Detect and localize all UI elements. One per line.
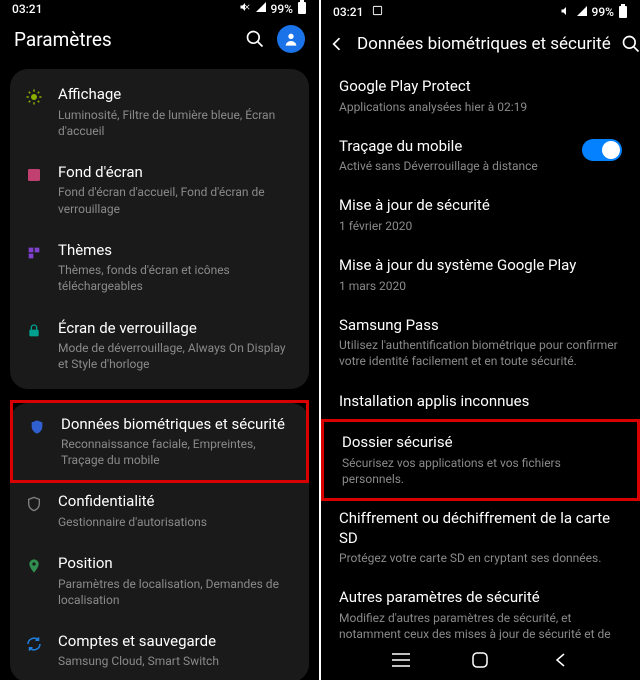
- item-title: Fond d'écran: [58, 163, 295, 183]
- item-sub: Paramètres de localisation, Demandes de …: [58, 576, 295, 608]
- sync-icon: [24, 634, 44, 654]
- item-play-update[interactable]: Mise à jour du système Google Play 1 mar…: [321, 245, 640, 305]
- settings-header: Paramètres: [0, 17, 319, 65]
- mute-icon: [239, 1, 251, 16]
- item-title: Comptes et sauvegarde: [58, 632, 295, 652]
- battery-text: 99%: [271, 2, 293, 16]
- item-title: Chiffrement ou déchiffrement de la carte…: [339, 509, 622, 548]
- security-list: Google Play Protect Applications analysé…: [321, 66, 640, 640]
- item-title: Données biométriques et sécurité: [61, 415, 292, 435]
- mute-icon: [560, 5, 572, 20]
- settings-item-privacy[interactable]: Confidentialité Gestionnaire d'autorisat…: [10, 480, 309, 542]
- screenshot-icon: [372, 5, 383, 19]
- item-sub: Activé sans Déverrouillage à distance: [339, 158, 568, 174]
- lock-icon: [24, 321, 44, 341]
- item-title: Écran de verrouillage: [58, 319, 295, 339]
- phone-security: 03:21 99% Données biométriques et sécuri…: [321, 0, 640, 680]
- wallpaper-icon: [24, 165, 44, 185]
- item-sub: Luminosité, Filtre de lumière bleue, Écr…: [58, 107, 295, 139]
- item-title: Installation applis inconnues: [339, 392, 622, 412]
- status-bar: 03:21 99%: [0, 0, 319, 17]
- battery-text: 99%: [592, 5, 614, 19]
- item-play-protect[interactable]: Google Play Protect Applications analysé…: [321, 66, 640, 126]
- settings-item-themes[interactable]: Thèmes Thèmes, fonds d'écran et icônes t…: [10, 229, 309, 307]
- settings-item-lockscreen[interactable]: Écran de verrouillage Mode de déverrouil…: [10, 307, 309, 385]
- status-time: 03:21: [12, 2, 42, 16]
- settings-item-accounts[interactable]: Comptes et sauvegarde Samsung Cloud, Sma…: [10, 620, 309, 680]
- settings-item-location[interactable]: Position Paramètres de localisation, Dem…: [10, 542, 309, 620]
- display-icon: [24, 87, 44, 107]
- settings-card-1: Affichage Luminosité, Filtre de lumière …: [10, 69, 309, 389]
- settings-item-display[interactable]: Affichage Luminosité, Filtre de lumière …: [10, 73, 309, 151]
- item-unknown-apps[interactable]: Installation applis inconnues: [321, 381, 640, 423]
- themes-icon: [24, 243, 44, 263]
- battery-icon: [297, 0, 307, 17]
- settings-card-2: Données biométriques et sécurité Reconna…: [10, 403, 309, 680]
- search-button[interactable]: [621, 32, 640, 56]
- back-button[interactable]: [327, 32, 347, 56]
- account-avatar[interactable]: [277, 25, 305, 53]
- item-title: Autres paramètres de sécurité: [339, 588, 622, 608]
- item-title: Samsung Pass: [339, 316, 622, 336]
- nav-home[interactable]: [470, 650, 490, 670]
- nav-back[interactable]: [550, 650, 570, 670]
- nav-recents[interactable]: [391, 650, 411, 670]
- item-sub: Modifiez d'autres paramètres de sécurité…: [339, 610, 622, 640]
- item-security-update[interactable]: Mise à jour de sécurité 1 février 2020: [321, 185, 640, 245]
- item-title: Mise à jour du système Google Play: [339, 256, 622, 276]
- search-button[interactable]: [243, 27, 267, 51]
- item-title: Traçage du mobile: [339, 137, 568, 157]
- item-samsung-pass[interactable]: Samsung Pass Utilisez l'authentification…: [321, 305, 640, 381]
- nav-bar: [321, 640, 640, 680]
- item-title: Google Play Protect: [339, 77, 622, 97]
- location-icon: [24, 556, 44, 576]
- item-title: Position: [58, 554, 295, 574]
- signal-icon: [576, 5, 588, 20]
- item-secure-folder[interactable]: Dossier sécurisé Sécurisez vos applicati…: [321, 419, 640, 501]
- privacy-icon: [24, 494, 44, 514]
- item-sub: Thèmes, fonds d'écran et icônes téléchar…: [58, 262, 295, 294]
- item-sub: Mode de déverrouillage, Always On Displa…: [58, 340, 295, 372]
- battery-icon: [618, 4, 628, 21]
- item-title: Dossier sécurisé: [342, 433, 619, 453]
- item-sub: Protégez votre carte SD en cryptant ses …: [339, 550, 622, 566]
- settings-item-biometrics[interactable]: Données biométriques et sécurité Reconna…: [10, 400, 309, 484]
- item-title: Thèmes: [58, 241, 295, 261]
- item-sub: 1 mars 2020: [339, 278, 622, 294]
- item-sub: Gestionnaire d'autorisations: [58, 514, 295, 530]
- status-right: 99%: [239, 0, 307, 17]
- item-sub: Fond d'écran d'accueil, Fond d'écran de …: [58, 184, 295, 216]
- item-sub: Samsung Cloud, Smart Switch: [58, 653, 295, 669]
- item-title: Mise à jour de sécurité: [339, 196, 622, 216]
- settings-item-wallpaper[interactable]: Fond d'écran Fond d'écran d'accueil, Fon…: [10, 151, 309, 229]
- security-header: Données biométriques et sécurité: [321, 24, 640, 66]
- item-sub: Utilisez l'authentification biométrique …: [339, 337, 622, 369]
- item-other-security[interactable]: Autres paramètres de sécurité Modifiez d…: [321, 577, 640, 640]
- page-title: Données biométriques et sécurité: [357, 34, 611, 54]
- item-sub: Reconnaissance faciale, Empreintes, Traç…: [61, 436, 292, 468]
- status-time: 03:21: [333, 5, 363, 19]
- item-title: Affichage: [58, 85, 295, 105]
- item-sub: 1 février 2020: [339, 218, 622, 234]
- page-title: Paramètres: [14, 28, 233, 51]
- item-find-mobile[interactable]: Traçage du mobile Activé sans Déverrouil…: [321, 126, 640, 186]
- shield-icon: [27, 417, 47, 437]
- phone-settings: 03:21 99% Paramètres: [0, 0, 319, 680]
- item-sub: Applications analysées hier à 02:19: [339, 99, 622, 115]
- status-left: 03:21: [333, 5, 383, 19]
- item-sd-encrypt[interactable]: Chiffrement ou déchiffrement de la carte…: [321, 498, 640, 577]
- find-mobile-toggle[interactable]: [582, 139, 622, 161]
- item-title: Confidentialité: [58, 492, 295, 512]
- item-sub: Sécurisez vos applications et vos fichie…: [342, 455, 619, 487]
- signal-icon: [255, 1, 267, 16]
- status-bar: 03:21 99%: [321, 0, 640, 24]
- status-right: 99%: [560, 4, 628, 21]
